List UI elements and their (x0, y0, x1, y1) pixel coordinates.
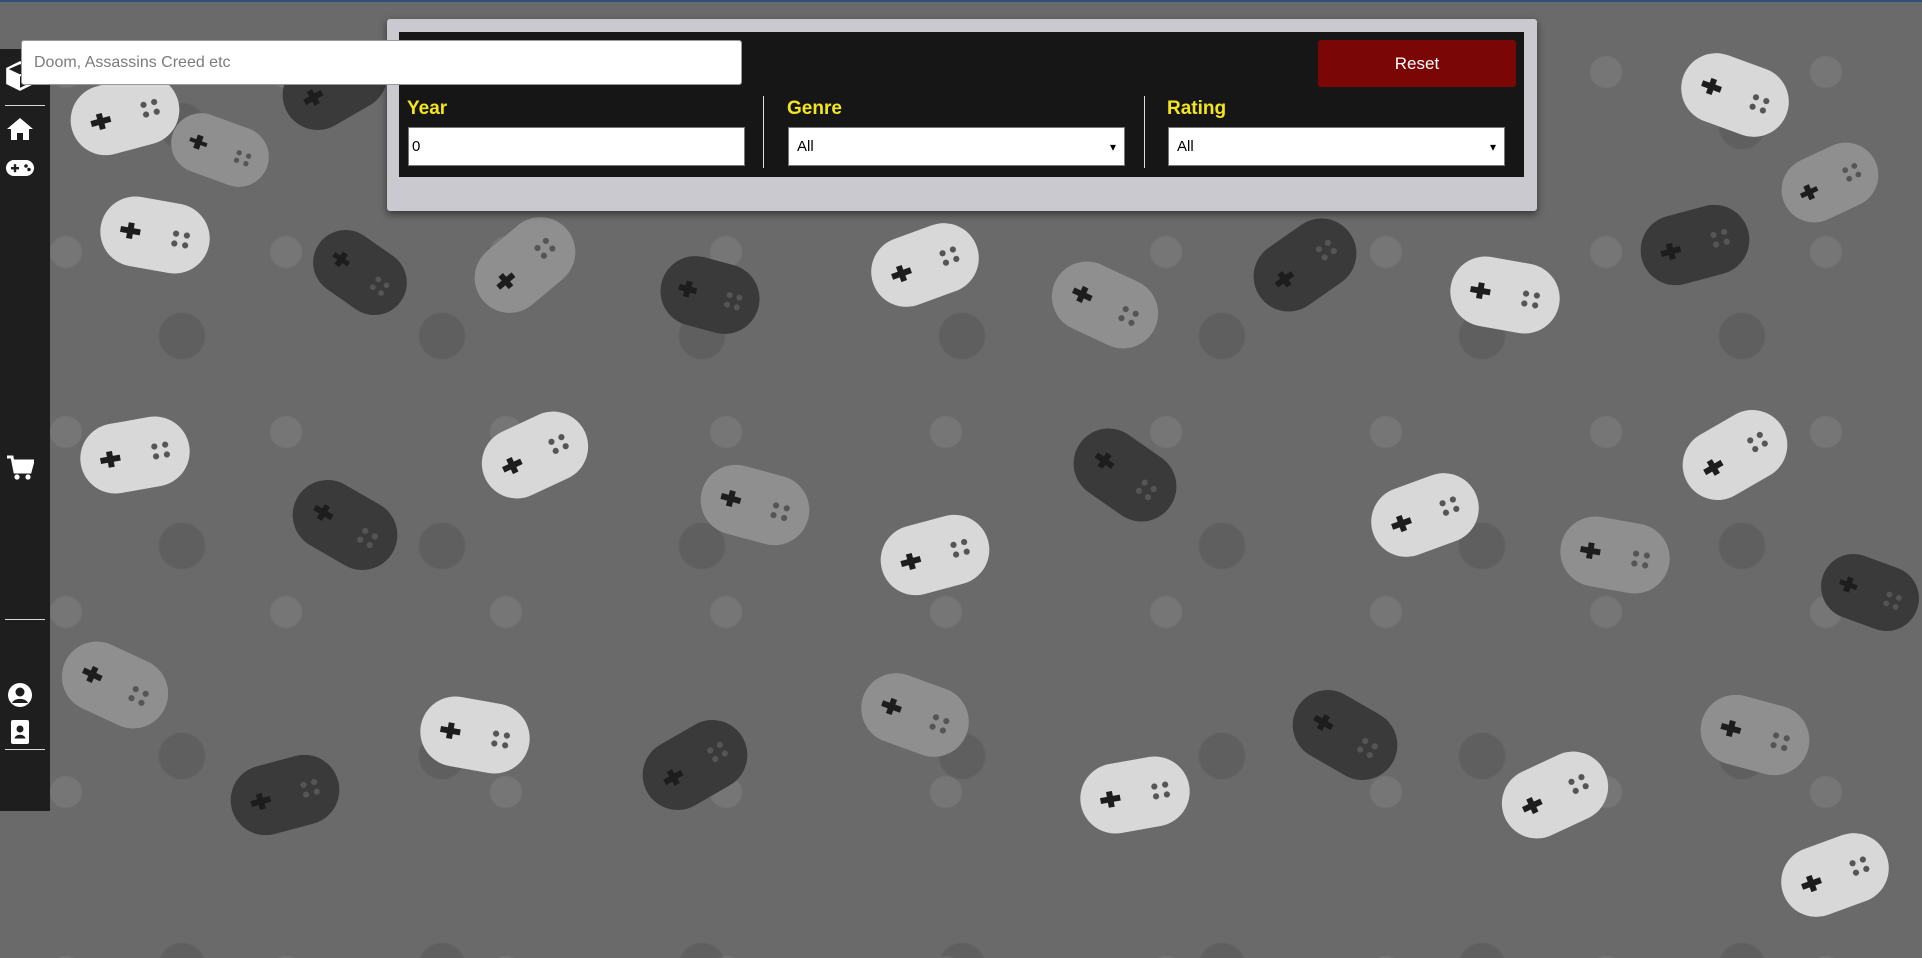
cart-icon[interactable] (0, 454, 40, 482)
home-icon[interactable] (0, 115, 40, 143)
genre-selected-value: All (797, 138, 814, 155)
sidebar (0, 49, 50, 811)
gamepad-icon[interactable] (0, 157, 40, 179)
filter-divider (1144, 96, 1145, 168)
sidebar-divider (5, 105, 45, 106)
chevron-down-icon: ▾ (1109, 139, 1116, 154)
search-input[interactable] (21, 40, 742, 85)
reset-button[interactable]: Reset (1318, 40, 1516, 87)
chevron-down-icon: ▾ (1489, 139, 1496, 154)
rating-label: Rating (1167, 98, 1227, 119)
filter-divider (763, 96, 764, 168)
rating-select[interactable]: All ▾ (1168, 127, 1505, 166)
user-circle-icon[interactable] (0, 681, 40, 709)
genre-select[interactable]: All ▾ (788, 127, 1125, 166)
genre-label: Genre (787, 98, 842, 119)
contact-card-icon[interactable] (0, 718, 40, 746)
rating-selected-value: All (1177, 138, 1194, 155)
sidebar-divider (5, 619, 45, 620)
sidebar-divider (5, 749, 45, 750)
year-input[interactable] (408, 127, 745, 166)
year-label: Year (407, 98, 448, 119)
